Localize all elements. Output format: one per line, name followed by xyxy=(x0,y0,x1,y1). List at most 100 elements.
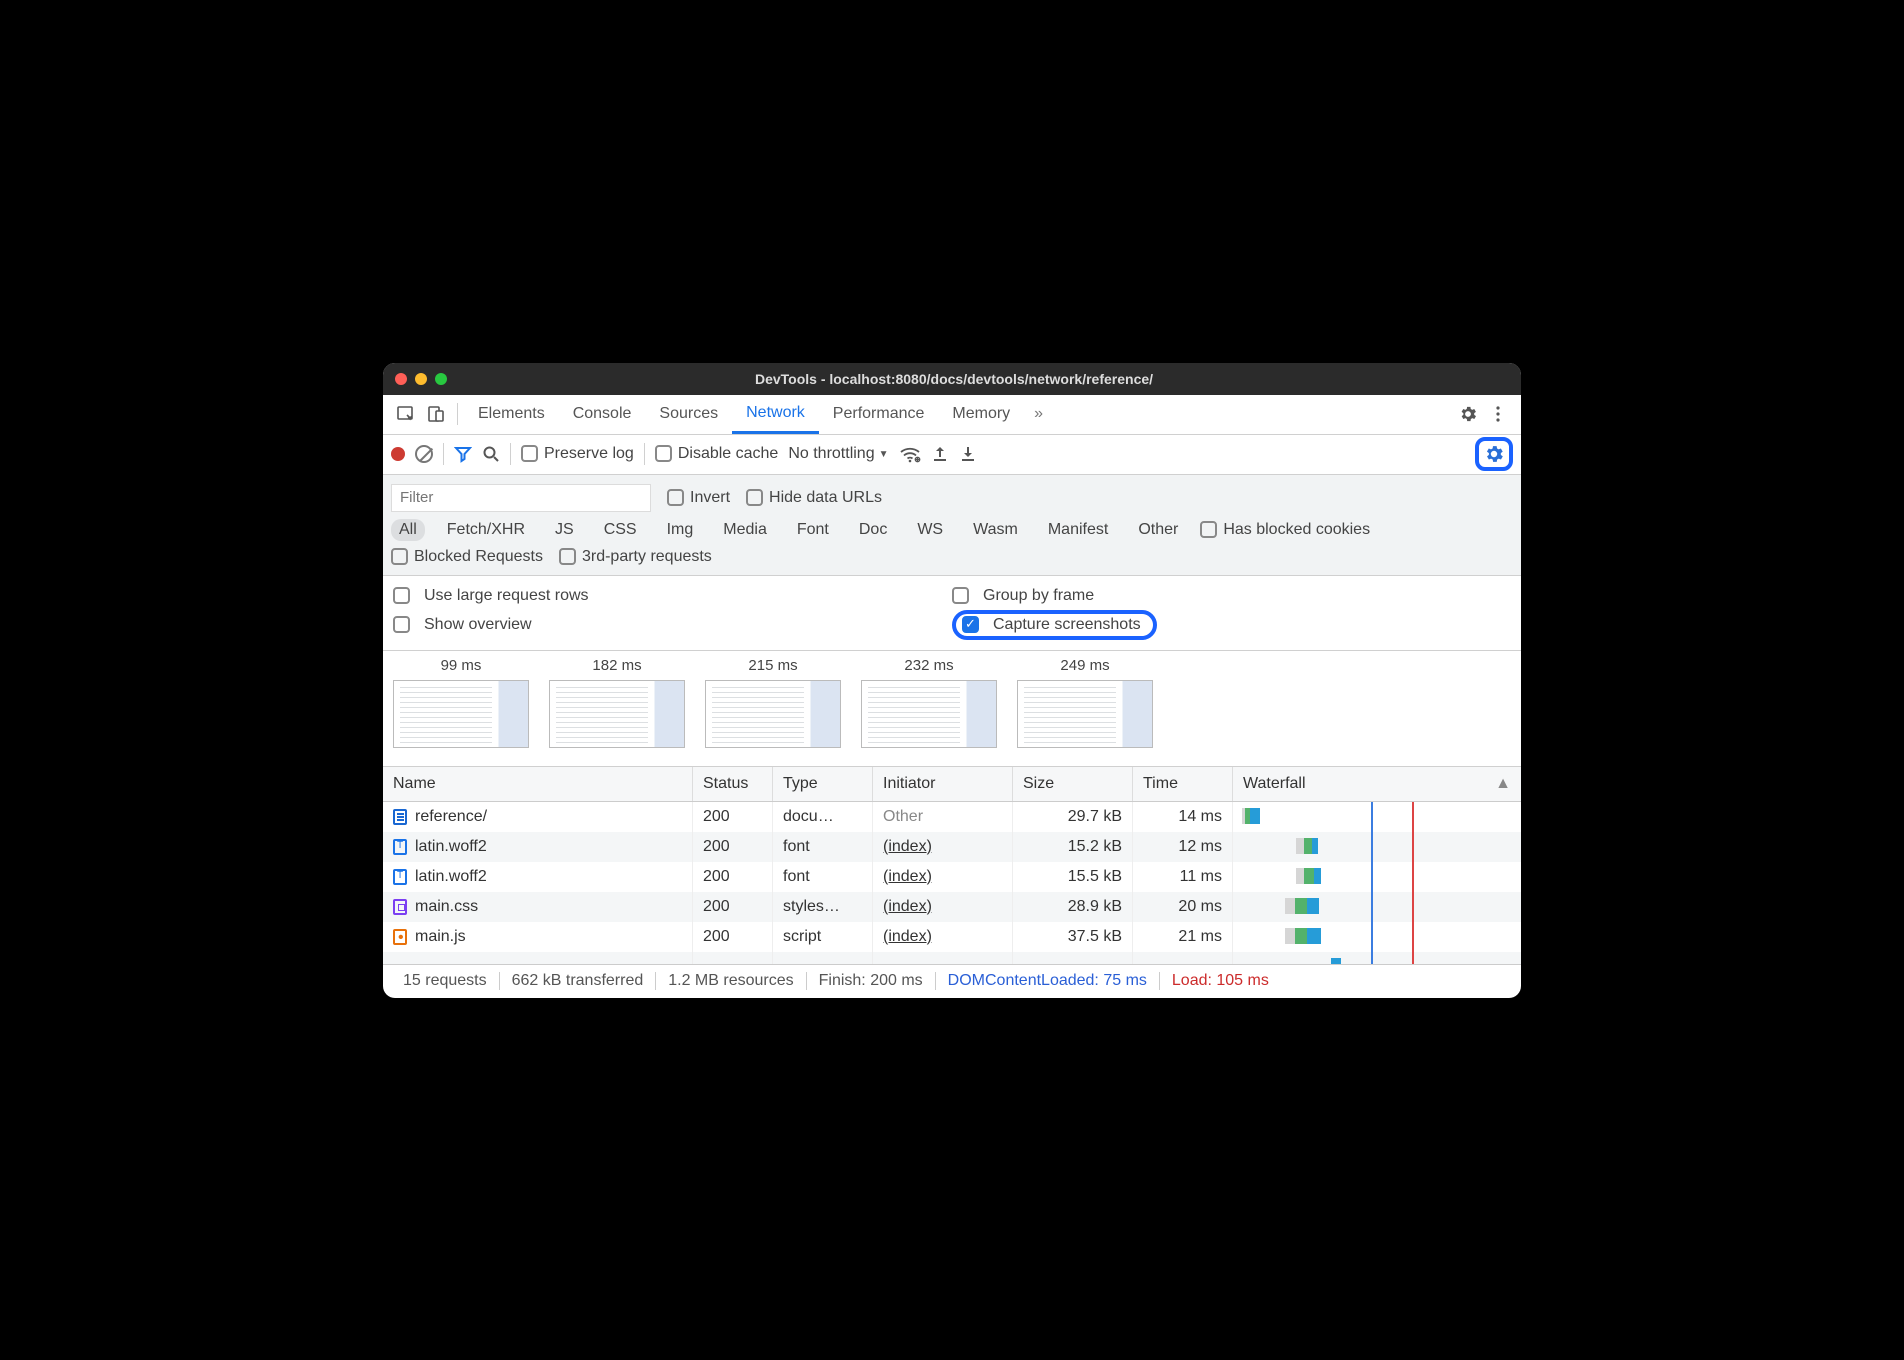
type-filter-img[interactable]: Img xyxy=(659,519,702,541)
col-type[interactable]: Type xyxy=(773,767,873,801)
type-filter-ws[interactable]: WS xyxy=(909,519,951,541)
table-row xyxy=(383,952,1521,964)
col-size[interactable]: Size xyxy=(1013,767,1133,801)
tab-elements[interactable]: Elements xyxy=(464,394,559,434)
traffic-lights xyxy=(395,373,447,385)
more-tabs-icon[interactable]: » xyxy=(1024,405,1053,423)
type-filter-all[interactable]: All xyxy=(391,519,425,541)
request-initiator[interactable]: (index) xyxy=(883,868,932,885)
request-initiator[interactable]: (index) xyxy=(883,928,932,945)
col-time[interactable]: Time xyxy=(1133,767,1233,801)
separator xyxy=(644,443,645,465)
blocked-requests-label: Blocked Requests xyxy=(414,548,543,565)
record-button[interactable] xyxy=(391,447,405,461)
chevron-down-icon: ▼ xyxy=(879,449,889,460)
type-filter-media[interactable]: Media xyxy=(715,519,775,541)
type-filter-css[interactable]: CSS xyxy=(596,519,645,541)
resource-type-filters: All Fetch/XHR JS CSS Img Media Font Doc WS Wasm Ma… xyxy=(391,515,1513,545)
col-status[interactable]: Status xyxy=(693,767,773,801)
type-filter-font[interactable]: Font xyxy=(789,519,837,541)
col-name[interactable]: Name xyxy=(383,767,693,801)
filter-bar: Invert Hide data URLs All Fetch/XHR JS CSS I… xyxy=(383,475,1521,576)
minimize-window-icon[interactable] xyxy=(415,373,427,385)
request-name: main.css xyxy=(415,898,478,916)
filmstrip-frame[interactable]: 215 ms xyxy=(695,657,851,748)
third-party-checkbox[interactable]: 3rd-party requests xyxy=(559,548,712,566)
tab-sources[interactable]: Sources xyxy=(645,394,732,434)
status-bar: 15 requests 662 kB transferred 1.2 MB re… xyxy=(383,964,1521,998)
table-row[interactable]: reference/200docu…Other29.7 kB14 ms xyxy=(383,802,1521,832)
filmstrip-frame[interactable]: 182 ms xyxy=(539,657,695,748)
waterfall-cell xyxy=(1233,892,1521,922)
settings-gear-icon[interactable] xyxy=(1453,399,1483,429)
network-settings-pane: Use large request rows Group by frame Sh… xyxy=(383,576,1521,651)
table-row[interactable]: main.css200styles…(index)28.9 kB20 ms xyxy=(383,892,1521,922)
waterfall-cell xyxy=(1233,922,1521,952)
type-filter-doc[interactable]: Doc xyxy=(851,519,895,541)
export-har-icon[interactable] xyxy=(959,445,977,463)
hide-data-urls-checkbox[interactable]: Hide data URLs xyxy=(746,489,882,507)
group-by-frame-checkbox[interactable]: Group by frame xyxy=(952,582,1511,610)
disable-cache-checkbox[interactable]: Disable cache xyxy=(655,445,779,463)
type-filter-fetch-xhr[interactable]: Fetch/XHR xyxy=(439,519,533,541)
request-initiator[interactable]: (index) xyxy=(883,898,932,915)
show-overview-label: Show overview xyxy=(424,616,532,634)
request-name: main.js xyxy=(415,928,466,946)
preserve-log-checkbox[interactable]: Preserve log xyxy=(521,445,634,463)
zoom-window-icon[interactable] xyxy=(435,373,447,385)
invert-label: Invert xyxy=(690,489,730,506)
separator xyxy=(443,443,444,465)
device-toolbar-icon[interactable] xyxy=(421,399,451,429)
network-conditions-icon[interactable] xyxy=(899,445,921,463)
tab-memory[interactable]: Memory xyxy=(938,394,1024,434)
large-rows-checkbox[interactable]: Use large request rows xyxy=(393,582,952,610)
window-title: DevTools - localhost:8080/docs/devtools/… xyxy=(447,371,1509,387)
tab-network[interactable]: Network xyxy=(732,394,819,434)
load-marker-line xyxy=(1412,832,1414,862)
type-filter-other[interactable]: Other xyxy=(1130,519,1186,541)
invert-checkbox[interactable]: Invert xyxy=(667,489,730,507)
filmstrip-frame[interactable]: 99 ms xyxy=(383,657,539,748)
import-har-icon[interactable] xyxy=(931,445,949,463)
show-overview-checkbox[interactable]: Show overview xyxy=(393,610,952,640)
network-settings-gear-icon[interactable] xyxy=(1475,437,1513,471)
search-icon[interactable] xyxy=(482,445,500,463)
filmstrip-thumbnail xyxy=(1017,680,1153,748)
table-row[interactable]: main.js200script(index)37.5 kB21 ms xyxy=(383,922,1521,952)
blocked-requests-checkbox[interactable]: Blocked Requests xyxy=(391,548,543,566)
inspect-icon[interactable] xyxy=(391,399,421,429)
tab-console[interactable]: Console xyxy=(559,394,646,434)
throttling-select[interactable]: No throttling ▼ xyxy=(788,445,888,463)
filmstrip-thumbnail xyxy=(705,680,841,748)
table-row[interactable]: latin.woff2200font(index)15.2 kB12 ms xyxy=(383,832,1521,862)
col-initiator[interactable]: Initiator xyxy=(873,767,1013,801)
panel-tabs: ElementsConsoleSourcesNetworkPerformance… xyxy=(383,395,1521,435)
load-marker-line xyxy=(1412,922,1414,952)
type-filter-js[interactable]: JS xyxy=(547,519,582,541)
dcl-marker-line xyxy=(1371,922,1373,952)
type-filter-manifest[interactable]: Manifest xyxy=(1040,519,1116,541)
col-waterfall[interactable]: Waterfall▲ xyxy=(1233,767,1521,801)
filmstrip-frame[interactable]: 232 ms xyxy=(851,657,1007,748)
close-window-icon[interactable] xyxy=(395,373,407,385)
request-time: 14 ms xyxy=(1133,802,1233,832)
capture-screenshots-checkbox[interactable]: Capture screenshots xyxy=(952,610,1157,640)
has-blocked-cookies-checkbox[interactable]: Has blocked cookies xyxy=(1200,521,1370,539)
dcl-marker-line xyxy=(1371,892,1373,922)
table-row[interactable]: latin.woff2200font(index)15.5 kB11 ms xyxy=(383,862,1521,892)
kebab-menu-icon[interactable] xyxy=(1483,399,1513,429)
file-type-icon xyxy=(393,839,407,855)
request-status: 200 xyxy=(693,802,773,832)
tab-performance[interactable]: Performance xyxy=(819,394,939,434)
request-name: latin.woff2 xyxy=(415,868,487,886)
clear-button[interactable] xyxy=(415,445,433,463)
load-marker-line xyxy=(1412,862,1414,892)
filter-toggle-icon[interactable] xyxy=(454,445,472,463)
request-initiator[interactable]: (index) xyxy=(883,838,932,855)
filter-input[interactable] xyxy=(391,484,651,512)
file-type-icon xyxy=(393,929,407,945)
filmstrip-frame[interactable]: 249 ms xyxy=(1007,657,1163,748)
request-size: 15.2 kB xyxy=(1013,832,1133,862)
type-filter-wasm[interactable]: Wasm xyxy=(965,519,1026,541)
separator xyxy=(510,443,511,465)
